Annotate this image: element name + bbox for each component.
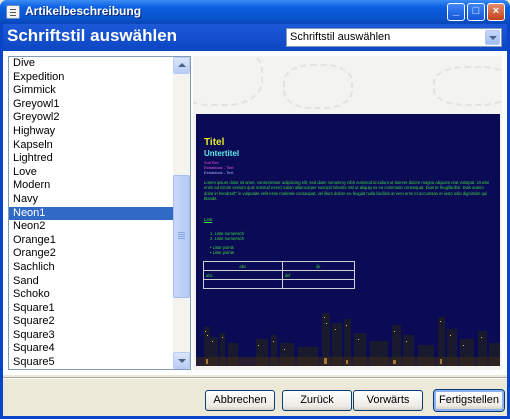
list-item[interactable]: Navy <box>9 193 173 207</box>
city-skyline-image <box>196 309 500 366</box>
list-item[interactable]: Neon2 <box>9 220 173 234</box>
list-item[interactable]: Love <box>9 166 173 180</box>
back-button[interactable]: Zurück <box>282 390 352 411</box>
list-scrollbar[interactable] <box>173 57 190 369</box>
list-item[interactable]: Schoko <box>9 288 173 302</box>
list-item[interactable]: Sachlich <box>9 261 173 275</box>
list-item[interactable]: Modern <box>9 179 173 193</box>
preview-link: Link <box>204 217 213 222</box>
style-listbox[interactable]: Dive Expedition Gimmick Greyowl1 Greyowl2 Hig… <box>8 56 191 370</box>
style-list: Dive Expedition Gimmick Greyowl1 Greyowl2 Hig… <box>9 57 173 369</box>
next-button[interactable]: Vorwärts <box>353 390 423 411</box>
preview-table: abc ijk abc def <box>203 261 356 289</box>
list-item[interactable]: Gimmick <box>9 84 173 98</box>
table-row: abc def <box>203 270 356 280</box>
close-button[interactable]: × <box>487 3 505 21</box>
list-item[interactable]: Lightred <box>9 152 173 166</box>
list-item[interactable]: Expedition <box>9 71 173 85</box>
preview-numbered-list: 1. Liste numerisch 2. Liste numerisch <box>210 231 244 242</box>
list-item[interactable]: Square3 <box>9 329 173 343</box>
list-item[interactable]: Square4 <box>9 342 173 356</box>
watermark-decoration <box>193 56 263 106</box>
dialog-client-area: Schriftstil auswählen Schriftstil auswäh… <box>3 24 507 416</box>
table-cell <box>281 279 356 289</box>
list-item[interactable]: Orange2 <box>9 247 173 261</box>
table-cell: abc <box>203 270 283 280</box>
style-preview: Titel Untertitel SubTitel Extrablock - T… <box>196 114 500 366</box>
preview-subtitle: Untertitel <box>204 149 240 158</box>
bullet-list-item: • Liste points <box>210 250 234 256</box>
style-select[interactable]: Schriftstil auswählen <box>286 28 502 47</box>
preview-bullet-list: • Liste points • Liste points <box>210 245 234 256</box>
chevron-down-icon[interactable] <box>485 30 500 45</box>
table-row: abc ijk <box>203 261 356 271</box>
list-item[interactable]: Square2 <box>9 315 173 329</box>
list-item[interactable]: Highway <box>9 125 173 139</box>
dialog-window: Artikelbeschreibung _ □ × Schriftstil au… <box>0 0 510 419</box>
finish-button[interactable]: Fertigstellen <box>434 390 504 411</box>
header-bar: Schriftstil auswählen Schriftstil auswäh… <box>3 24 507 51</box>
table-row <box>203 279 356 289</box>
preview-body-text: Lorem ipsum dolor sit amet, consectetuer… <box>204 180 489 202</box>
table-header-cell: ijk <box>281 261 356 271</box>
maximize-button[interactable]: □ <box>467 3 485 21</box>
table-cell <box>203 279 283 289</box>
preview-title: Titel <box>204 137 225 148</box>
list-item[interactable]: Greyowl1 <box>9 98 173 112</box>
list-item[interactable]: Square1 <box>9 302 173 316</box>
watermark-decoration <box>283 64 353 109</box>
preview-block-text: Extrablock - Text <box>204 170 234 175</box>
numbered-list-item: 2. Liste numerisch <box>210 236 244 242</box>
list-item[interactable]: Square5 <box>9 356 173 369</box>
list-item[interactable]: Neon1 <box>9 206 173 221</box>
button-area-separator <box>3 377 507 379</box>
window-title: Artikelbeschreibung <box>25 4 142 18</box>
list-item[interactable]: Dive <box>9 57 173 71</box>
watermark-decoration <box>433 66 502 106</box>
title-bar[interactable]: Artikelbeschreibung _ □ × <box>0 0 510 24</box>
preview-area: Titel Untertitel SubTitel Extrablock - T… <box>193 56 502 370</box>
minimize-button[interactable]: _ <box>447 3 465 21</box>
style-select-value: Schriftstil auswählen <box>290 31 391 43</box>
list-item[interactable]: Sand <box>9 275 173 289</box>
scroll-thumb[interactable] <box>173 175 190 298</box>
page-title: Schriftstil auswählen <box>7 26 178 45</box>
table-cell: def <box>281 270 356 280</box>
scroll-down-button[interactable] <box>173 352 190 369</box>
cancel-button[interactable]: Abbrechen <box>205 390 275 411</box>
app-icon <box>6 5 20 19</box>
scroll-up-button[interactable] <box>173 57 190 74</box>
list-item[interactable]: Greyowl2 <box>9 111 173 125</box>
table-header-cell: abc <box>203 261 283 271</box>
list-item[interactable]: Orange1 <box>9 234 173 248</box>
list-item[interactable]: Kapseln <box>9 139 173 153</box>
main-content: Dive Expedition Gimmick Greyowl1 Greyowl2 Hig… <box>3 51 507 375</box>
